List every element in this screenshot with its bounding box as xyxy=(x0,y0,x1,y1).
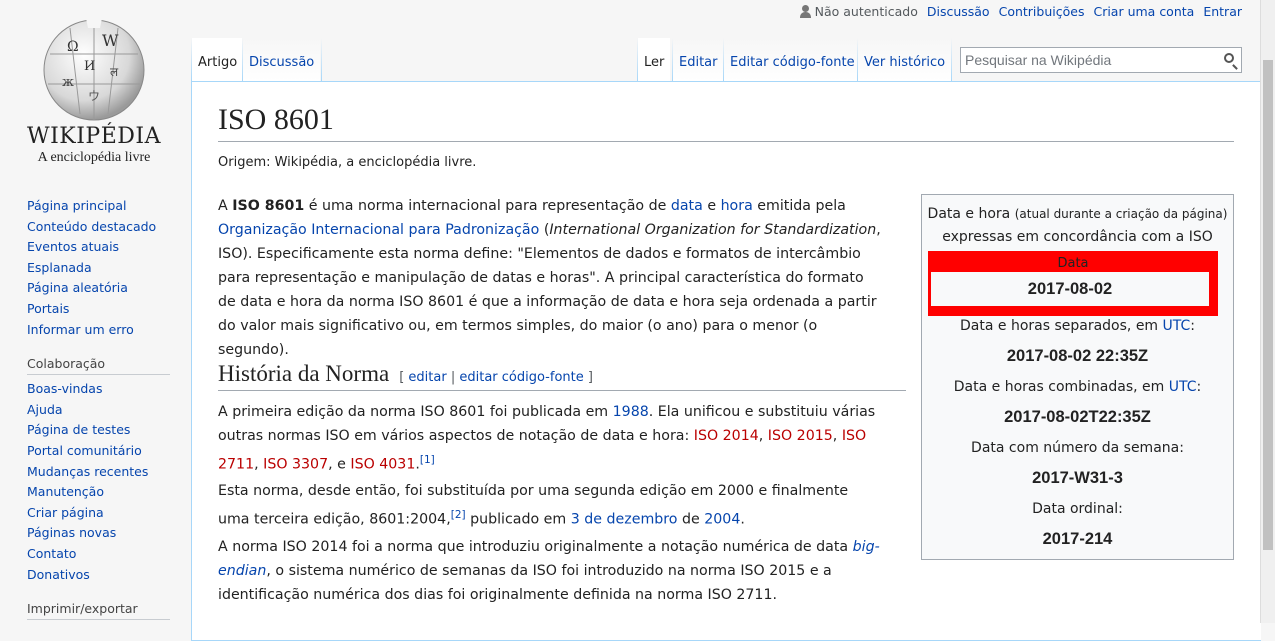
infobox-separate-label: Data e horas separados, em UTC: xyxy=(960,318,1195,334)
create-account-link[interactable]: Criar uma conta xyxy=(1093,4,1194,19)
redlink-iso-3307[interactable]: ISO 3307 xyxy=(263,457,328,473)
infobox-date-highlight: Data 2017-08-02 xyxy=(928,251,1218,316)
tab-edit-source-label[interactable]: Editar código-fonte xyxy=(730,55,855,70)
section-heading-history: História da Norma [ editar | editar códig… xyxy=(218,361,906,391)
sidebar-item-featured[interactable]: Conteúdo destacado xyxy=(27,219,156,234)
page-title: ISO 8601 xyxy=(218,103,1234,142)
infobox-ordinal-value: 2017-214 xyxy=(1042,530,1113,548)
infobox-ordinal-label: Data ordinal: xyxy=(1032,501,1123,517)
search-input[interactable] xyxy=(961,48,1219,72)
tab-talk[interactable]: Discussão xyxy=(243,38,321,81)
sidebar-item-community-portal[interactable]: Portal comunitário xyxy=(27,443,142,458)
svg-text:ж: ж xyxy=(62,75,74,90)
link-utc-2[interactable]: UTC xyxy=(1169,379,1197,395)
intro-paragraph: A ISO 8601 é uma norma internacional par… xyxy=(218,198,881,358)
logo-wordmark: WIKIPÉDIA xyxy=(26,124,161,149)
svg-text:Ω: Ω xyxy=(67,39,79,55)
sidebar-item-donate[interactable]: Donativos xyxy=(27,567,90,582)
link-iso-organization[interactable]: Organização Internacional para Padroniza… xyxy=(218,222,539,238)
history-paragraph-3: A norma ISO 2014 foi a norma que introdu… xyxy=(218,539,880,603)
tab-article-label: Artigo xyxy=(198,55,238,70)
svg-text:W: W xyxy=(102,31,119,50)
infobox: Data e hora (atual durante a criação da … xyxy=(921,194,1234,560)
history-paragraph-2: Esta norma, desde então, foi substituída… xyxy=(218,483,849,528)
sidebar: Página principal Conteúdo destacado Even… xyxy=(27,196,177,624)
search-icon[interactable] xyxy=(1224,53,1234,63)
sidebar-item-sandbox[interactable]: Página de testes xyxy=(27,422,130,437)
svg-text:ウ: ウ xyxy=(88,89,100,103)
article-subject-bold: ISO 8601 xyxy=(232,198,305,214)
tab-history[interactable]: Ver histórico xyxy=(858,38,952,81)
tab-talk-label[interactable]: Discussão xyxy=(249,55,314,70)
link-3-december[interactable]: 3 de dezembro xyxy=(571,512,678,528)
section-title: História da Norma xyxy=(218,361,390,386)
tab-edit-label[interactable]: Editar xyxy=(679,55,718,70)
history-paragraph-1: A primeira edição da norma ISO 8601 foi … xyxy=(218,404,876,473)
sidebar-item-help[interactable]: Ajuda xyxy=(27,402,63,417)
infobox-date-value: 2017-08-02 xyxy=(931,272,1209,306)
sidebar-item-main-page[interactable]: Página principal xyxy=(27,198,126,213)
sidebar-heading-collaboration: Colaboração xyxy=(27,356,170,376)
not-logged-in: Não autenticado xyxy=(799,4,918,19)
reference-2[interactable]: [2] xyxy=(451,509,466,521)
sidebar-item-contact[interactable]: Contato xyxy=(27,546,76,561)
sidebar-item-random[interactable]: Página aleatória xyxy=(27,280,128,295)
sidebar-item-new-pages[interactable]: Páginas novas xyxy=(27,525,116,540)
svg-text:И: И xyxy=(84,59,95,74)
sidebar-item-current-events[interactable]: Eventos atuais xyxy=(27,239,119,254)
scrollbar[interactable] xyxy=(1260,0,1275,623)
svg-text:ल: ल xyxy=(110,65,119,79)
link-utc-1[interactable]: UTC xyxy=(1163,318,1191,334)
tab-read-label: Ler xyxy=(644,55,665,70)
personal-tools: Não autenticado Discussão Contribuições … xyxy=(799,4,1242,19)
sidebar-item-welcome[interactable]: Boas-vindas xyxy=(27,381,102,396)
scrollbar-thumb[interactable] xyxy=(1263,60,1273,550)
tab-edit-source[interactable]: Editar código-fonte xyxy=(724,38,861,81)
section-edit-link[interactable]: editar xyxy=(408,370,446,385)
tab-history-label[interactable]: Ver histórico xyxy=(864,55,945,70)
infobox-week-value: 2017-W31-3 xyxy=(1032,469,1123,487)
sidebar-item-village-pump[interactable]: Esplanada xyxy=(27,260,92,275)
not-logged-label: Não autenticado xyxy=(814,4,918,19)
site-subtitle: Origem: Wikipédia, a enciclopédia livre. xyxy=(218,155,477,170)
login-link[interactable]: Entrar xyxy=(1203,4,1242,19)
puzzle-globe-icon: Ω W И ल ж ウ xyxy=(43,18,145,121)
redlink-iso-2015[interactable]: ISO 2015 xyxy=(768,428,833,444)
reference-1[interactable]: [1] xyxy=(420,454,435,466)
infobox-combined-value: 2017-08-02T22:35Z xyxy=(1004,408,1151,426)
redlink-iso-2014[interactable]: ISO 2014 xyxy=(694,428,759,444)
link-data[interactable]: data xyxy=(671,198,703,214)
sidebar-item-portals[interactable]: Portais xyxy=(27,301,69,316)
tab-read[interactable]: Ler xyxy=(638,38,671,81)
infobox-combined-label: Data e horas combinadas, em UTC: xyxy=(953,379,1202,395)
redlink-iso-4031[interactable]: ISO 4031 xyxy=(350,457,415,473)
logo-tagline: A enciclopédia livre xyxy=(37,150,151,165)
sidebar-collaboration: Boas-vindas Ajuda Página de testes Porta… xyxy=(27,379,177,585)
infobox-separate-value: 2017-08-02 22:35Z xyxy=(1006,347,1149,365)
tab-article[interactable]: Artigo xyxy=(192,38,244,81)
user-icon xyxy=(799,5,811,18)
link-1988[interactable]: 1988 xyxy=(613,404,649,420)
search-box[interactable] xyxy=(960,47,1242,73)
personal-discussion-link[interactable]: Discussão xyxy=(927,4,990,19)
infobox-week-label: Data com número da semana: xyxy=(971,440,1184,456)
infobox-date-label: Data xyxy=(1057,256,1089,271)
sidebar-heading-print-export[interactable]: Imprimir/exportar xyxy=(27,601,170,621)
personal-contributions-link[interactable]: Contribuições xyxy=(999,4,1085,19)
section-edit-links: [ editar | editar código-fonte ] xyxy=(399,370,593,385)
wikipedia-logo[interactable]: Ω W И ल ж ウ WIKIPÉDIA A enciclopédia liv… xyxy=(14,6,174,166)
link-hora[interactable]: hora xyxy=(721,198,753,214)
tab-edit[interactable]: Editar xyxy=(673,38,724,81)
sidebar-item-maintenance[interactable]: Manutenção xyxy=(27,484,104,499)
sidebar-item-report-error[interactable]: Informar um erro xyxy=(27,322,134,337)
link-2004[interactable]: 2004 xyxy=(704,512,740,528)
sidebar-item-create-page[interactable]: Criar página xyxy=(27,505,104,520)
sidebar-item-recent-changes[interactable]: Mudanças recentes xyxy=(27,464,148,479)
sidebar-navigation: Página principal Conteúdo destacado Even… xyxy=(27,196,177,340)
section-edit-source-link[interactable]: editar código-fonte xyxy=(459,370,583,385)
